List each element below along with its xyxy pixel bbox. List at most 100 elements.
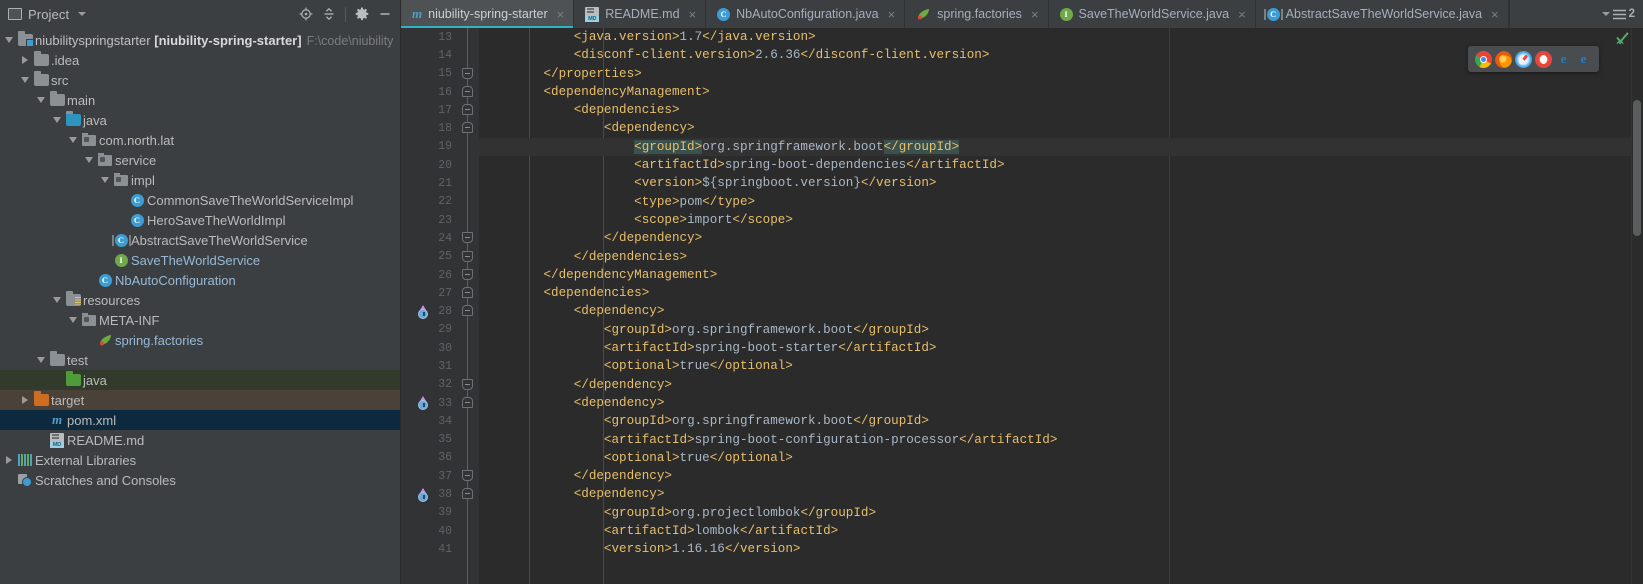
fold-end-icon[interactable]: [462, 378, 473, 390]
fold-collapse-icon[interactable]: [462, 488, 473, 500]
fold-slot: [459, 321, 479, 339]
code-line: <optional>true</optional>: [603, 359, 793, 374]
close-icon[interactable]: ×: [689, 8, 697, 21]
minimize-icon[interactable]: [374, 3, 396, 25]
close-icon[interactable]: ×: [888, 8, 896, 21]
fold-collapse-icon[interactable]: [462, 85, 473, 97]
tree-row[interactable]: I SaveTheWorldService: [0, 250, 400, 270]
safari-icon[interactable]: [1515, 50, 1532, 68]
code-line: </dependencyManagement>: [543, 267, 718, 282]
editor-scrollbar-strip[interactable]: [1631, 28, 1643, 584]
editor-tab[interactable]: spring.factories ×: [905, 0, 1049, 28]
tree-row[interactable]: impl: [0, 170, 400, 190]
tree-row-label: src: [51, 73, 68, 88]
tree-row[interactable]: .idea: [0, 50, 400, 70]
tree-row[interactable]: spring.factories: [0, 330, 400, 350]
tree-row[interactable]: resources: [0, 290, 400, 310]
chevron-right-icon[interactable]: [18, 396, 32, 404]
editor-tab[interactable]: README.md ×: [574, 0, 707, 28]
chevron-down-icon[interactable]: [1601, 12, 1610, 16]
chevron-down-icon[interactable]: [18, 77, 32, 83]
editor-tab[interactable]: I SaveTheWorldService.java ×: [1049, 0, 1256, 28]
tree-row[interactable]: java: [0, 370, 400, 390]
tree-row[interactable]: target: [0, 390, 400, 410]
tree-row[interactable]: java: [0, 110, 400, 130]
project-panel-title-group[interactable]: Project: [8, 7, 87, 22]
internet-explorer-icon[interactable]: e: [1555, 51, 1572, 68]
locate-icon[interactable]: [295, 3, 317, 25]
editor-tab[interactable]: C AbstractSaveTheWorldService.java ×: [1256, 0, 1509, 28]
close-icon[interactable]: ×: [557, 8, 565, 21]
line-number: 24: [438, 231, 452, 245]
tree-row[interactable]: service: [0, 150, 400, 170]
maven-dependency-gutter-icon[interactable]: [417, 396, 429, 411]
fold-collapse-icon[interactable]: [462, 104, 473, 116]
maven-dependency-gutter-icon[interactable]: [417, 487, 429, 502]
editor-tab-label: niubility-spring-starter: [428, 7, 548, 21]
firefox-icon[interactable]: [1495, 50, 1512, 68]
tab-overflow-area[interactable]: 2: [1508, 0, 1643, 28]
code-text-area[interactable]: <java.version>1.7</java.version> <discon…: [479, 28, 1631, 584]
browser-launcher-popup[interactable]: e e: [1468, 46, 1599, 72]
tree-row[interactable]: README.md: [0, 430, 400, 450]
chevron-down-icon[interactable]: [82, 157, 96, 163]
tree-row[interactable]: C NbAutoConfiguration: [0, 270, 400, 290]
tree-row[interactable]: main: [0, 90, 400, 110]
fold-end-icon[interactable]: [462, 232, 473, 244]
tree-row[interactable]: C CommonSaveTheWorldServiceImpl: [0, 190, 400, 210]
collapse-all-icon[interactable]: [318, 3, 340, 25]
chevron-down-icon[interactable]: [34, 97, 48, 103]
chevron-down-icon[interactable]: [66, 317, 80, 323]
fold-collapse-icon[interactable]: [462, 305, 473, 317]
tree-row[interactable]: m pom.xml: [0, 410, 400, 430]
chevron-down-icon[interactable]: [50, 117, 64, 123]
toolbar-divider: [345, 6, 346, 22]
chevron-down-icon[interactable]: [98, 177, 112, 183]
maven-dependency-gutter-icon[interactable]: [417, 304, 429, 319]
chevron-down-icon[interactable]: [66, 137, 80, 143]
fold-end-icon[interactable]: [462, 250, 473, 262]
fold-slot: [459, 156, 479, 174]
editor-tab[interactable]: C NbAutoConfiguration.java ×: [706, 0, 906, 28]
editor-tab[interactable]: m niubility-spring-starter ×: [401, 0, 575, 28]
tab-list-icon: [1612, 9, 1626, 19]
tree-row[interactable]: C AbstractSaveTheWorldService: [0, 230, 400, 250]
fold-end-icon[interactable]: [462, 67, 473, 79]
tree-row[interactable]: META-INF: [0, 310, 400, 330]
fold-collapse-icon[interactable]: [462, 122, 473, 134]
tree-row[interactable]: Scratches and Consoles: [0, 470, 400, 490]
chevron-right-icon[interactable]: [18, 56, 32, 64]
close-icon[interactable]: ×: [1491, 8, 1499, 21]
code-editor[interactable]: 13 14 15 16 17 18 19 20 21 22 23 24 25 26 27 28 29 30 31 32…: [400, 28, 1643, 584]
close-icon[interactable]: ×: [1238, 8, 1246, 21]
inspection-status-icon[interactable]: [1615, 31, 1629, 45]
fold-end-icon[interactable]: [462, 470, 473, 482]
tree-row[interactable]: src: [0, 70, 400, 90]
close-icon[interactable]: ×: [1031, 8, 1039, 21]
tree-row[interactable]: niubilityspringstarter [niubility-spring…: [0, 30, 400, 50]
tree-row-icon: [16, 31, 34, 47]
edge-icon[interactable]: e: [1575, 51, 1592, 68]
tree-row-label: External Libraries: [35, 453, 136, 468]
tree-row[interactable]: C HeroSaveTheWorldImpl: [0, 210, 400, 230]
line-number: 36: [438, 451, 452, 465]
settings-gear-icon[interactable]: [351, 3, 373, 25]
fold-slot: [459, 522, 479, 540]
opera-icon[interactable]: [1535, 50, 1552, 68]
chevron-down-icon[interactable]: [78, 12, 87, 16]
fold-end-icon[interactable]: [462, 268, 473, 280]
chrome-icon[interactable]: [1475, 50, 1492, 68]
fold-collapse-icon[interactable]: [462, 396, 473, 408]
chevron-down-icon[interactable]: [2, 37, 16, 43]
editor-line-number-gutter[interactable]: 13 14 15 16 17 18 19 20 21 22 23 24 25 26 27 28 29 30 31 32…: [401, 28, 459, 584]
code-folding-column[interactable]: [459, 28, 479, 584]
chevron-right-icon[interactable]: [2, 456, 16, 464]
tree-row[interactable]: com.north.lat: [0, 130, 400, 150]
tree-row[interactable]: External Libraries: [0, 450, 400, 470]
vertical-scrollbar-thumb[interactable]: [1633, 100, 1641, 236]
chevron-down-icon[interactable]: [34, 357, 48, 363]
project-tree[interactable]: niubilityspringstarter [niubility-spring…: [0, 28, 400, 584]
chevron-down-icon[interactable]: [50, 297, 64, 303]
tree-row[interactable]: test: [0, 350, 400, 370]
fold-collapse-icon[interactable]: [462, 287, 473, 299]
